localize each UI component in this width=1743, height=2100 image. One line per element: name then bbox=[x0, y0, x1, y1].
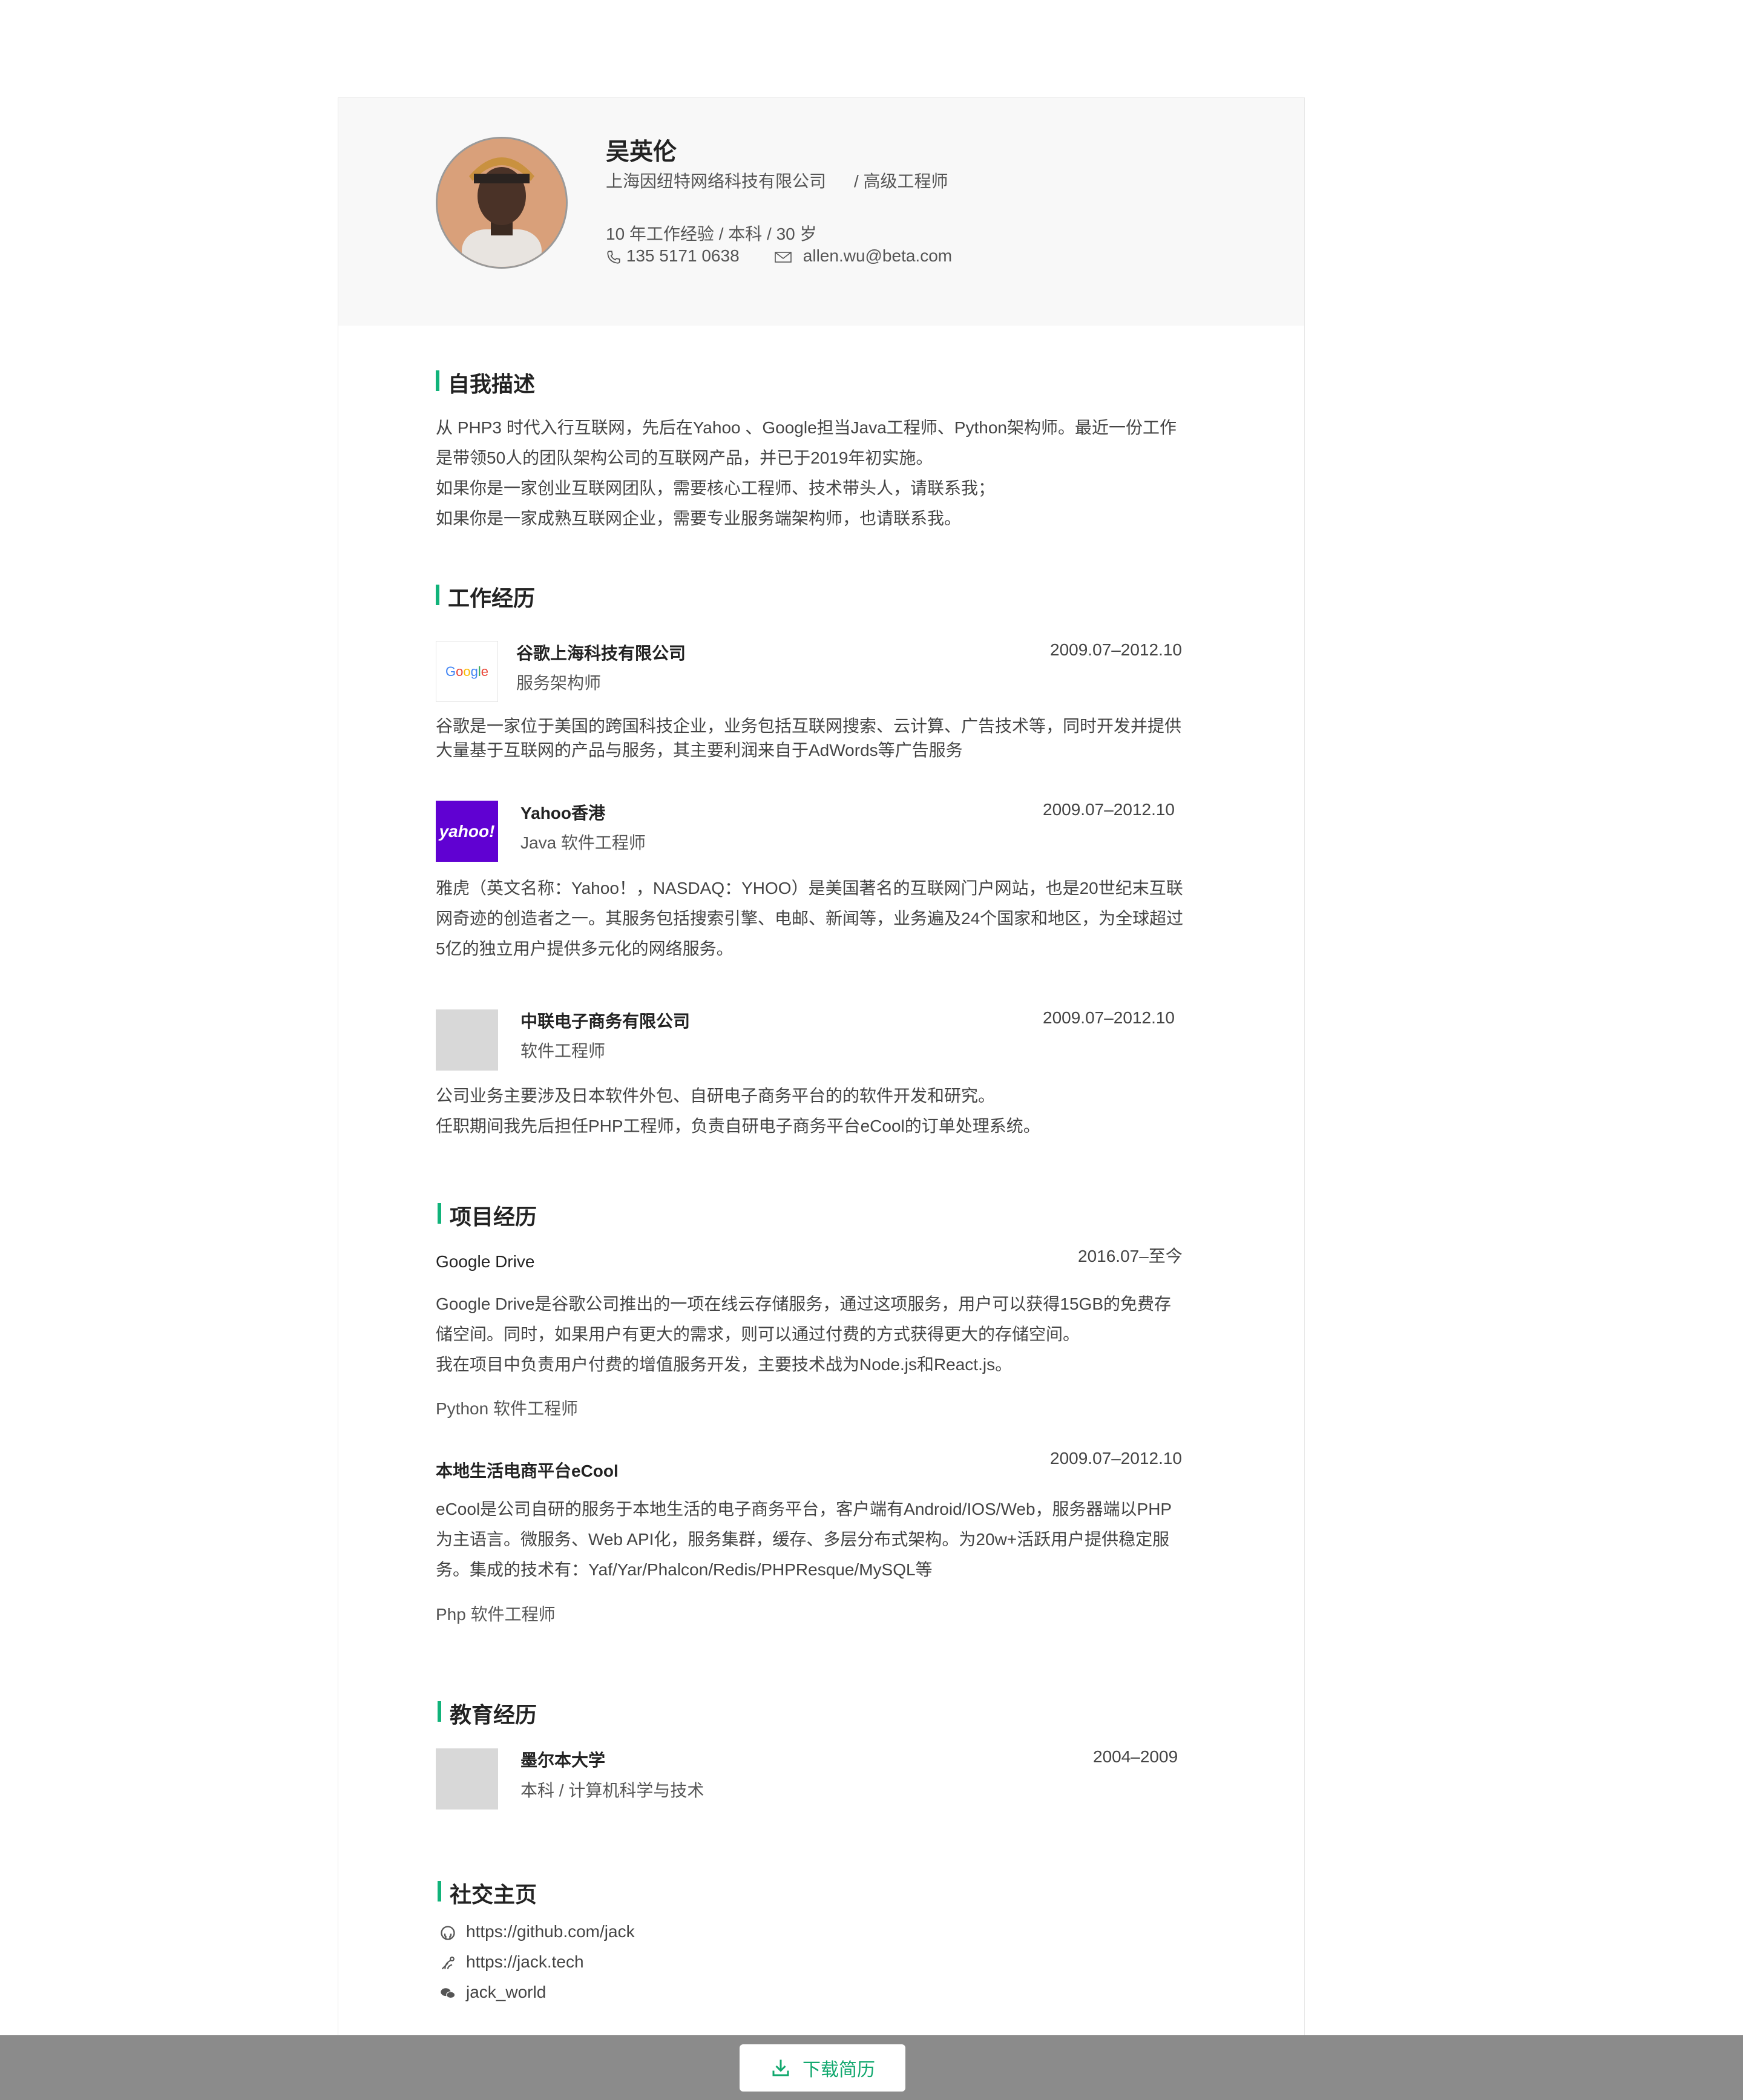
current-title: / 高级工程师 bbox=[854, 172, 948, 191]
section-work-title: 工作经历 bbox=[436, 581, 535, 612]
project-name: Google Drive bbox=[436, 1252, 535, 1271]
work-company: 谷歌上海科技有限公司 bbox=[516, 644, 686, 663]
wechat-icon bbox=[441, 1987, 456, 1998]
education-date: 2004–2009 bbox=[1093, 1747, 1178, 1766]
current-company: 上海因纽特网络科技有限公司 bbox=[606, 172, 827, 191]
self-intro-line: 从 PHP3 时代入行互联网，先后在Yahoo 、Google担当Java工程师… bbox=[436, 418, 1177, 467]
resume-page: 吴英伦 上海因纽特网络科技有限公司 / 高级工程师 10 年工作经验 / 本科 … bbox=[338, 97, 1305, 2100]
work-description-line: 公司业务主要涉及日本软件外包、自研电子商务平台的的软件开发和研究。 bbox=[436, 1086, 996, 1105]
project-date: 2016.07–至今 bbox=[1078, 1247, 1183, 1265]
school-name: 墨尔本大学 bbox=[520, 1751, 606, 1770]
work-company: 中联电子商务有限公司 bbox=[520, 1012, 691, 1031]
avatar bbox=[436, 137, 568, 269]
yahoo-logo-text: yahoo! bbox=[439, 821, 495, 841]
phone: 135 5171 0638 bbox=[606, 246, 740, 266]
social-github[interactable]: https://github.com/jack bbox=[439, 1922, 635, 1941]
project-description-line: 我在项目中负责用户付费的增值服务开发，主要技术战为Node.js和React.j… bbox=[436, 1355, 1013, 1374]
mail-icon bbox=[775, 251, 792, 263]
work-company: Yahoo香港 bbox=[520, 804, 606, 822]
phone-number: 135 5171 0638 bbox=[626, 246, 740, 265]
project-description: Google Drive是谷歌公司推出的一项在线云存储服务，通过这项服务，用户可… bbox=[436, 1289, 1186, 1380]
work-date: 2009.07–2012.10 bbox=[1050, 640, 1182, 659]
section-projects-title: 项目经历 bbox=[438, 1199, 537, 1231]
section-education-title: 教育经历 bbox=[438, 1698, 537, 1729]
github-icon bbox=[441, 1925, 455, 1940]
yahoo-logo: yahoo! bbox=[436, 801, 498, 862]
candidate-name: 吴英伦 bbox=[606, 139, 677, 165]
work-role: Java 软件工程师 bbox=[520, 833, 646, 852]
profile-header: 吴英伦 上海因纽特网络科技有限公司 / 高级工程师 10 年工作经验 / 本科 … bbox=[338, 98, 1304, 326]
phone-icon bbox=[607, 250, 620, 264]
project-date: 2009.07–2012.10 bbox=[1050, 1449, 1182, 1468]
work-role: 软件工程师 bbox=[520, 1042, 606, 1060]
social-wechat[interactable]: jack_world bbox=[439, 1983, 546, 2002]
work-description: 谷歌是一家位于美国的跨国科技企业，业务包括互联网搜索、云计算、广告技术等，同时开… bbox=[436, 717, 1182, 760]
work-description: 雅虎（英文名称：Yahoo！，NASDAQ：YHOO）是美国著名的互联网门户网站… bbox=[436, 879, 1184, 958]
self-intro-line: 如果你是一家成熟互联网企业，需要专业服务端架构师，也请联系我。 bbox=[436, 509, 962, 528]
degree: 本科 / 计算机科学与技术 bbox=[520, 1781, 704, 1800]
work-date: 2009.07–2012.10 bbox=[1043, 800, 1175, 819]
work-description: 公司业务主要涉及日本软件外包、自研电子商务平台的的软件开发和研究。 任职期间我先… bbox=[436, 1081, 1186, 1141]
download-label[interactable]: 下载简历 bbox=[803, 2055, 875, 2081]
self-intro-line: 如果你是一家创业互联网团队，需要核心工程师、技术带头人，请联系我； bbox=[436, 479, 996, 497]
github-link[interactable]: https://github.com/jack bbox=[466, 1922, 635, 1941]
work-role: 服务架构师 bbox=[516, 674, 602, 692]
project-role: Python 软件工程师 bbox=[436, 1399, 578, 1418]
blog-icon bbox=[441, 1956, 455, 1969]
download-resume-button[interactable]: 下载简历 bbox=[740, 2044, 905, 2092]
project-description: eCool是公司自研的服务于本地生活的电子商务平台，客户端有Android/IO… bbox=[436, 1500, 1172, 1579]
social-blog[interactable]: https://jack.tech bbox=[439, 1952, 584, 1972]
google-logo-text: Google bbox=[445, 663, 488, 679]
school-logo-placeholder bbox=[436, 1748, 498, 1810]
google-logo: Google bbox=[436, 641, 498, 702]
project-role: Php 软件工程师 bbox=[436, 1605, 556, 1624]
download-icon bbox=[772, 2059, 789, 2076]
email[interactable]: allen.wu@beta.com bbox=[774, 246, 952, 266]
work-description-line: 任职期间我先后担任PHP工程师，负责自研电子商务平台eCool的订单处理系统。 bbox=[436, 1117, 1040, 1135]
project-description-line: Google Drive是谷歌公司推出的一项在线云存储服务，通过这项服务，用户可… bbox=[436, 1294, 1172, 1344]
email-address[interactable]: allen.wu@beta.com bbox=[803, 246, 952, 265]
self-intro-text: 从 PHP3 时代入行互联网，先后在Yahoo 、Google担当Java工程师… bbox=[436, 413, 1186, 534]
wechat-id[interactable]: jack_world bbox=[466, 1983, 546, 2001]
company-logo-placeholder bbox=[436, 1009, 498, 1071]
section-self-intro-title: 自我描述 bbox=[436, 367, 535, 398]
section-social-title: 社交主页 bbox=[438, 1877, 537, 1909]
project-name: 本地生活电商平台eCool bbox=[436, 1462, 619, 1480]
experience-summary: 10 年工作经验 / 本科 / 30 岁 bbox=[606, 225, 817, 243]
work-date: 2009.07–2012.10 bbox=[1043, 1008, 1175, 1027]
blog-link[interactable]: https://jack.tech bbox=[466, 1952, 584, 1971]
